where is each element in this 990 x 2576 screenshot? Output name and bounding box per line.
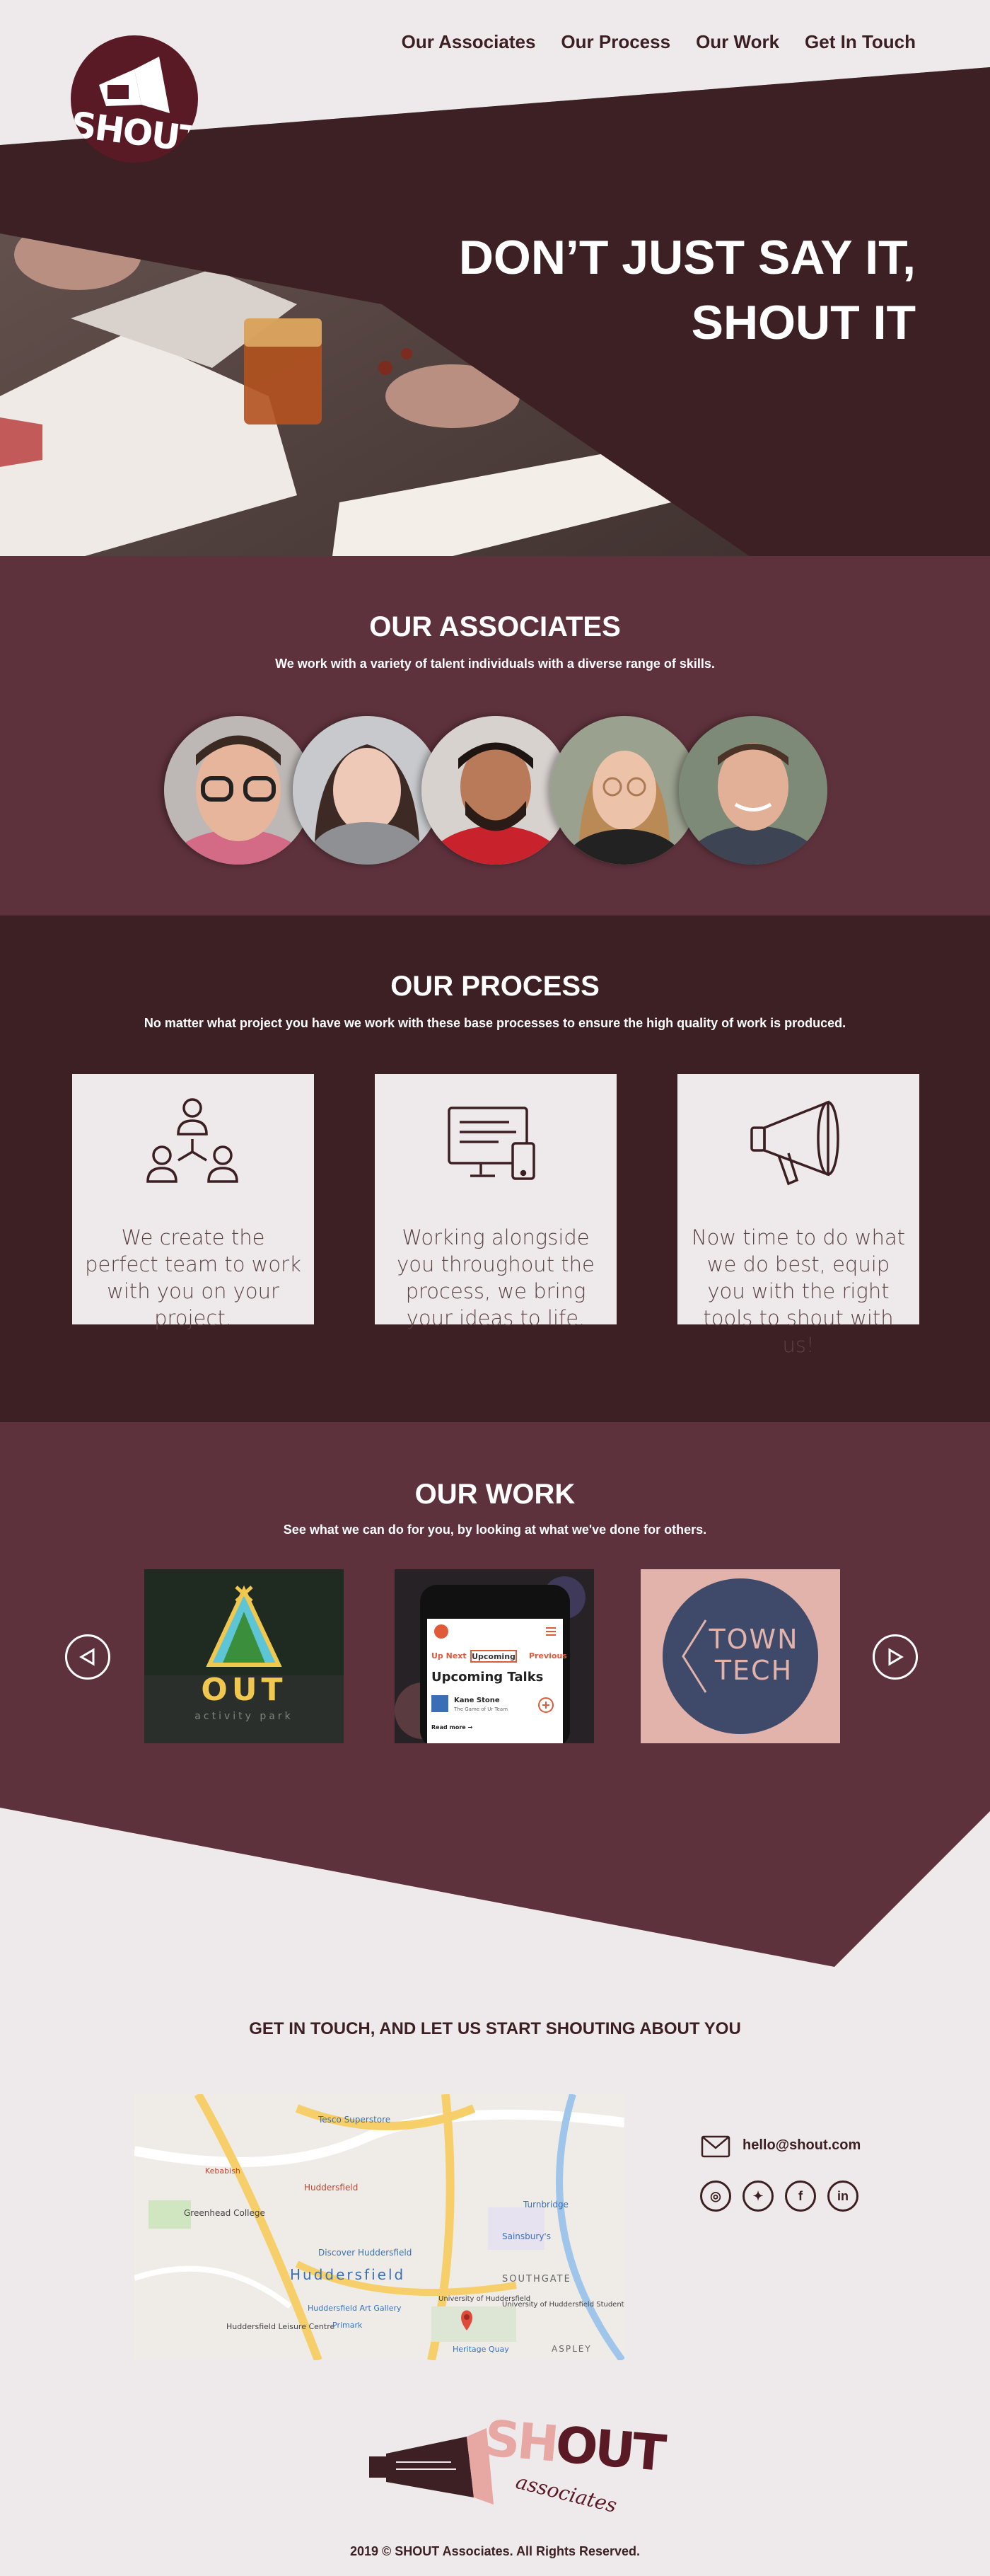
process-card-team-text: We create the perfect team to work with … xyxy=(85,1225,301,1330)
footer-brand-out: OUT xyxy=(553,2415,666,2483)
avatar-associate-5[interactable] xyxy=(679,716,827,865)
process-section: OUR PROCESS No matter what project you h… xyxy=(0,916,990,1422)
talks-tab-upcoming: Upcoming xyxy=(472,1652,516,1661)
map-label-huddersfield: Huddersfield xyxy=(290,2266,405,2283)
nav-our-process[interactable]: Our Process xyxy=(561,31,670,53)
associates-title: OUR ASSOCIATES xyxy=(369,611,621,642)
main-nav: Our Associates Our Process Our Work Get … xyxy=(402,31,916,53)
talks-tab-previous: Previous xyxy=(529,1651,567,1660)
map-label-huddersfield-red: Huddersfield xyxy=(304,2183,358,2193)
avatar-associate-1[interactable] xyxy=(164,716,313,865)
twitter-icon[interactable]: ✦ xyxy=(742,2181,774,2212)
avatar-associate-4[interactable] xyxy=(550,716,699,865)
social-links: ◎ ✦ f in xyxy=(700,2181,858,2212)
location-map[interactable]: Tesco Superstore Huddersfield Greenhead … xyxy=(134,2094,624,2360)
process-card-devices-text: Working alongside you throughout the pro… xyxy=(397,1225,595,1330)
map-label-primark: Primark xyxy=(332,2321,363,2330)
process-card-megaphone-text: Now time to do what we do best, equip yo… xyxy=(691,1225,906,1357)
nav-get-in-touch[interactable]: Get In Touch xyxy=(805,31,916,53)
devices-icon xyxy=(448,1107,535,1180)
facebook-icon[interactable]: f xyxy=(785,2181,816,2212)
hero-headline-line2: SHOUT IT xyxy=(691,296,916,350)
work-item-out-name: OUT xyxy=(201,1672,286,1708)
map-label-kebabish: Kebabish xyxy=(205,2166,240,2176)
map-label-sainsburys: Sainsbury's xyxy=(502,2231,551,2241)
nav-our-work[interactable]: Our Work xyxy=(696,31,779,53)
talks-heading: Upcoming Talks xyxy=(431,1670,543,1685)
work-section: OUR WORK See what we can do for you, by … xyxy=(0,1422,990,1967)
process-title: OUR PROCESS xyxy=(390,971,600,1002)
hero-headline-line1: DON’T JUST SAY IT, xyxy=(458,231,916,284)
arrow-left-icon xyxy=(79,1648,95,1666)
footer-logo: SHOUT associates xyxy=(368,2409,665,2526)
linkedin-icon[interactable]: in xyxy=(827,2181,858,2212)
hero-section: SHOUT Our Associates Our Process Our Wor… xyxy=(0,0,990,556)
process-card-devices: Working alongside you throughout the pro… xyxy=(375,1074,617,1330)
work-item-town-tech-line2: TECH xyxy=(714,1655,793,1686)
associates-section: OUR ASSOCIATES We work with a variety of… xyxy=(0,556,990,916)
logo[interactable]: SHOUT xyxy=(71,35,198,163)
map-label-discover: Discover Huddersfield xyxy=(318,2248,412,2258)
work-item-out-tagline: activity park xyxy=(194,1711,293,1722)
work-item-town-tech-line1: TOWN xyxy=(708,1624,798,1655)
associates-avatars xyxy=(164,716,829,865)
work-item-out[interactable]: OUT activity park xyxy=(144,1569,344,1743)
talks-speaker: Kane Stone xyxy=(454,1697,500,1704)
map-label-southgate: SOUTHGATE xyxy=(502,2274,571,2285)
process-card-team: We create the perfect team to work with … xyxy=(72,1074,314,1330)
map-label-turnbridge: Turnbridge xyxy=(523,2200,569,2210)
work-item-talks-app[interactable]: Up Next Upcoming Previous Upcoming Talks… xyxy=(395,1569,594,1743)
contact-email-text: hello@shout.com xyxy=(742,2137,861,2153)
megaphone-icon xyxy=(750,1100,839,1186)
talks-speaker-sub: The Game of Ur Team xyxy=(453,1706,508,1712)
work-title: OUR WORK xyxy=(414,1479,576,1510)
contact-title: GET IN TOUCH, AND LET US START SHOUTING … xyxy=(249,2019,741,2038)
avatar-associate-3[interactable] xyxy=(421,716,570,865)
process-card-megaphone: Now time to do what we do best, equip yo… xyxy=(677,1074,919,1357)
avatar-associate-2[interactable] xyxy=(293,716,441,865)
work-item-town-tech[interactable]: TOWN TECH xyxy=(641,1569,840,1743)
carousel-next-button[interactable] xyxy=(873,1634,918,1680)
map-label-tesco: Tesco Superstore xyxy=(318,2115,390,2125)
work-subtitle: See what we can do for you, by looking a… xyxy=(283,1523,707,1537)
carousel-prev-button[interactable] xyxy=(65,1634,110,1680)
instagram-icon[interactable]: ◎ xyxy=(700,2181,731,2212)
process-subtitle: No matter what project you have we work … xyxy=(144,1016,846,1030)
map-label-greenhead: Greenhead College xyxy=(184,2208,265,2218)
talks-meta: Read more → xyxy=(431,1724,472,1731)
team-icon xyxy=(146,1098,238,1183)
map-label-heritage-quay: Heritage Quay xyxy=(453,2345,509,2354)
footer-brand-sh: SH xyxy=(482,2409,559,2473)
map-label-leisure-centre: Huddersfield Leisure Centre xyxy=(226,2322,334,2331)
associates-subtitle: We work with a variety of talent individ… xyxy=(275,657,715,671)
map-label-aspley: ASPLEY xyxy=(552,2344,592,2354)
nav-our-associates[interactable]: Our Associates xyxy=(402,31,536,53)
map-label-art-gallery: Huddersfield Art Gallery xyxy=(308,2304,402,2313)
envelope-icon xyxy=(701,2135,730,2158)
hero-headline: DON’T JUST SAY IT, SHOUT IT xyxy=(459,225,916,355)
map-label-university: University of Huddersfield xyxy=(438,2295,530,2303)
talks-tab-up-next: Up Next xyxy=(431,1651,467,1660)
contact-email[interactable]: hello@shout.com xyxy=(700,2131,861,2159)
arrow-right-icon xyxy=(888,1648,904,1666)
copyright: 2019 © SHOUT Associates. All Rights Rese… xyxy=(349,2544,641,2558)
